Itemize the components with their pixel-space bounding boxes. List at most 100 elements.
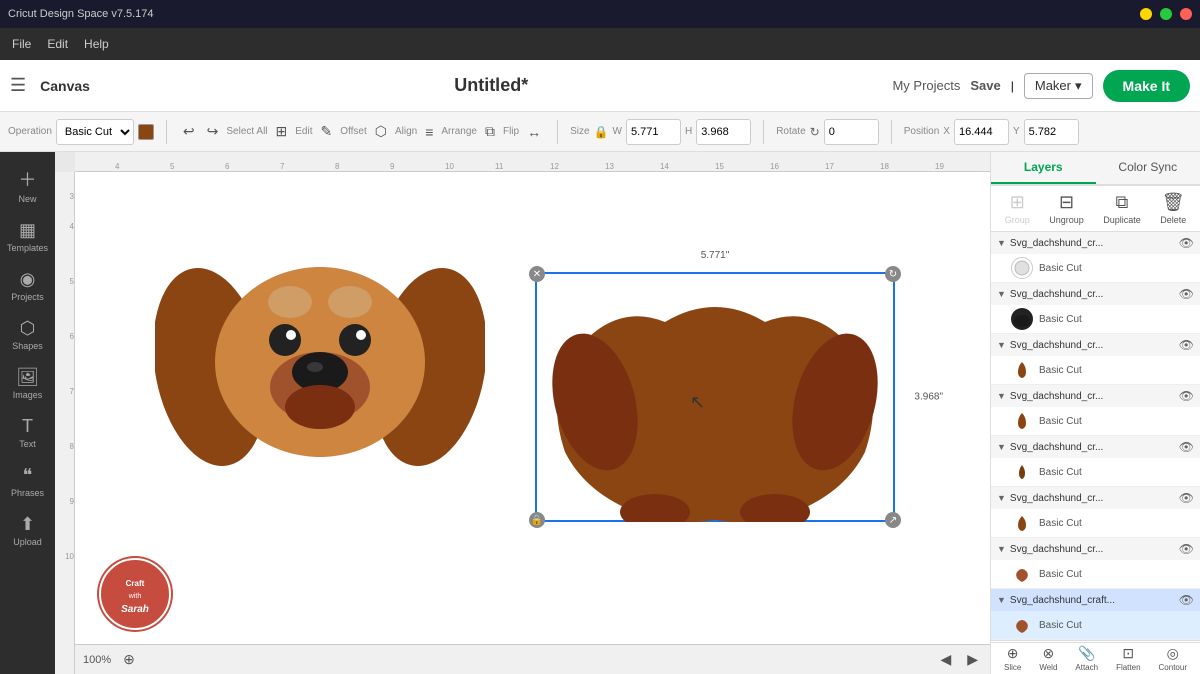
list-item[interactable]: Basic Cut [991, 611, 1200, 639]
group-icon: ⊞ [1010, 192, 1025, 213]
save-button[interactable]: Save [970, 78, 1000, 93]
y-input[interactable]: 5.782 [1024, 119, 1079, 145]
undo-button[interactable]: ↩ [179, 121, 199, 142]
dog-face-object[interactable] [155, 222, 515, 502]
x-input[interactable]: 16.444 [954, 119, 1009, 145]
layer-group-3: ▼ Svg_dachshund_cr... 👁 Basic Cut [991, 334, 1200, 385]
list-item[interactable]: Basic Cut [991, 356, 1200, 384]
visibility-icon[interactable]: 👁 [1179, 491, 1194, 505]
list-item[interactable]: Basic Cut [991, 560, 1200, 588]
visibility-icon[interactable]: 👁 [1179, 338, 1194, 352]
delete-button[interactable]: 🗑 Delete [1160, 192, 1186, 225]
contour-button[interactable]: ◎ Contour [1159, 645, 1187, 672]
weld-button[interactable]: ⊗ Weld [1039, 645, 1057, 672]
sidebar-item-shapes[interactable]: ⬡ Shapes [4, 312, 52, 357]
operation-select[interactable]: Basic Cut [56, 119, 134, 145]
canvas-bottom-bar: 100% ⊕ ◀ ▶ [75, 644, 990, 674]
top-menubar: File Edit Help [0, 28, 1200, 60]
layer-group-header-2[interactable]: ▼ Svg_dachshund_cr... 👁 [991, 283, 1200, 305]
duplicate-button[interactable]: ⧉ Duplicate [1103, 192, 1141, 225]
edit-button[interactable]: ✎ [317, 121, 337, 142]
layer-thumbnail [1011, 257, 1033, 279]
menu-help[interactable]: Help [84, 37, 109, 51]
dog-body-object[interactable]: ✕ ↻ 🔒 ↗ 5.771" 3.968" + [535, 272, 895, 522]
sidebar-item-new[interactable]: ＋ New [4, 160, 52, 210]
align-button[interactable]: ≡ [421, 122, 437, 142]
list-item[interactable]: Basic Cut [991, 407, 1200, 435]
sidebar-item-templates[interactable]: ▦ Templates [4, 214, 52, 259]
visibility-icon[interactable]: 👁 [1179, 236, 1194, 250]
maker-button[interactable]: Maker ▾ [1024, 73, 1093, 99]
width-input[interactable]: 5.771 [626, 119, 681, 145]
images-icon: 🖼 [16, 367, 39, 388]
titlebar: Cricut Design Space v7.5.174 − □ ✕ [0, 0, 1200, 28]
visibility-icon[interactable]: 👁 [1179, 440, 1194, 454]
visibility-icon[interactable]: 👁 [1179, 542, 1194, 556]
flip-button[interactable]: ↔ [523, 122, 545, 142]
menu-edit[interactable]: Edit [47, 37, 68, 51]
chevron-icon: ▼ [997, 340, 1006, 350]
right-panel: Layers Color Sync ⊞ Group ⊟ Ungroup ⧉ Du… [990, 152, 1200, 674]
sidebar-item-text[interactable]: T Text [4, 410, 52, 455]
list-item[interactable]: Basic Cut [991, 305, 1200, 333]
list-item[interactable]: Basic Cut [991, 254, 1200, 282]
panel-bottom-bar: ⊕ Slice ⊗ Weld 📎 Attach ⊡ Flatten ◎ Cont… [991, 642, 1200, 674]
x-label: X [943, 126, 950, 137]
sidebar-item-upload[interactable]: ⬆ Upload [4, 508, 52, 553]
watermark: Craft with Sarah [95, 554, 175, 634]
slice-button[interactable]: ⊕ Slice [1004, 645, 1021, 672]
flatten-button[interactable]: ⊡ Flatten [1116, 645, 1140, 672]
close-button[interactable]: ✕ [1180, 8, 1192, 20]
dog-body-svg [535, 272, 895, 522]
select-all-label: Select All [226, 126, 267, 137]
my-projects-button[interactable]: My Projects [892, 78, 960, 93]
divider1 [166, 120, 167, 144]
height-dimension-label: 3.968" [914, 392, 943, 403]
chevron-icon: ▼ [997, 595, 1006, 605]
offset-button[interactable]: ⬡ [371, 121, 391, 142]
project-title: Untitled* [98, 75, 885, 96]
layer-group-header-6[interactable]: ▼ Svg_dachshund_cr... 👁 [991, 487, 1200, 509]
make-it-button[interactable]: Make It [1103, 70, 1190, 102]
layer-group-header-8[interactable]: ▼ Svg_dachshund_craft... 👁 [991, 589, 1200, 611]
list-item[interactable]: Basic Cut [991, 458, 1200, 486]
layer-group-header-4[interactable]: ▼ Svg_dachshund_cr... 👁 [991, 385, 1200, 407]
slice-icon: ⊕ [1007, 645, 1019, 662]
flatten-icon: ⊡ [1122, 645, 1134, 662]
tab-layers[interactable]: Layers [991, 152, 1096, 184]
operation-label: Operation [8, 126, 52, 137]
hamburger-menu[interactable]: ☰ [10, 75, 26, 96]
scroll-right-button[interactable]: ▶ [963, 649, 982, 670]
arrange-button[interactable]: ⧉ [481, 121, 499, 142]
layer-group-header-5[interactable]: ▼ Svg_dachshund_cr... 👁 [991, 436, 1200, 458]
panel-toolbar: ⊞ Group ⊟ Ungroup ⧉ Duplicate 🗑 Delete [991, 186, 1200, 232]
redo-button[interactable]: ↪ [203, 121, 223, 142]
sidebar-item-phrases[interactable]: ❝ Phrases [4, 459, 52, 504]
layer-group-header-3[interactable]: ▼ Svg_dachshund_cr... 👁 [991, 334, 1200, 356]
canvas-area[interactable]: 4 5 6 7 8 9 10 11 12 13 14 15 16 17 18 1… [55, 152, 990, 674]
tab-color-sync[interactable]: Color Sync [1096, 152, 1200, 184]
sidebar-item-images[interactable]: 🖼 Images [4, 361, 52, 406]
edit-label: Edit [295, 126, 312, 137]
visibility-icon[interactable]: 👁 [1179, 287, 1194, 301]
menu-file[interactable]: File [12, 37, 31, 51]
layer-group-header-7[interactable]: ▼ Svg_dachshund_cr... 👁 [991, 538, 1200, 560]
visibility-icon[interactable]: 👁 [1179, 389, 1194, 403]
chevron-icon: ▼ [997, 544, 1006, 554]
group-button[interactable]: ⊞ Group [1005, 192, 1030, 225]
sidebar-item-projects[interactable]: ◉ Projects [4, 263, 52, 308]
layer-group-header-1[interactable]: ▼ Svg_dachshund_cr... 👁 [991, 232, 1200, 254]
zoom-fit-button[interactable]: ⊕ [119, 649, 139, 670]
attach-button[interactable]: 📎 Attach [1075, 645, 1098, 672]
maximize-button[interactable]: □ [1160, 8, 1172, 20]
minimize-button[interactable]: − [1140, 8, 1152, 20]
rotate-group: Rotate ↻ 0 [776, 119, 879, 145]
scroll-left-button[interactable]: ◀ [936, 649, 955, 670]
rotate-input[interactable]: 0 [824, 119, 879, 145]
list-item[interactable]: Basic Cut [991, 509, 1200, 537]
ungroup-button[interactable]: ⊟ Ungroup [1049, 192, 1084, 225]
color-swatch[interactable] [138, 124, 154, 140]
select-all-button[interactable]: ⊞ [272, 121, 292, 142]
height-input[interactable]: 3.968 [696, 119, 751, 145]
visibility-icon[interactable]: 👁 [1179, 593, 1194, 607]
